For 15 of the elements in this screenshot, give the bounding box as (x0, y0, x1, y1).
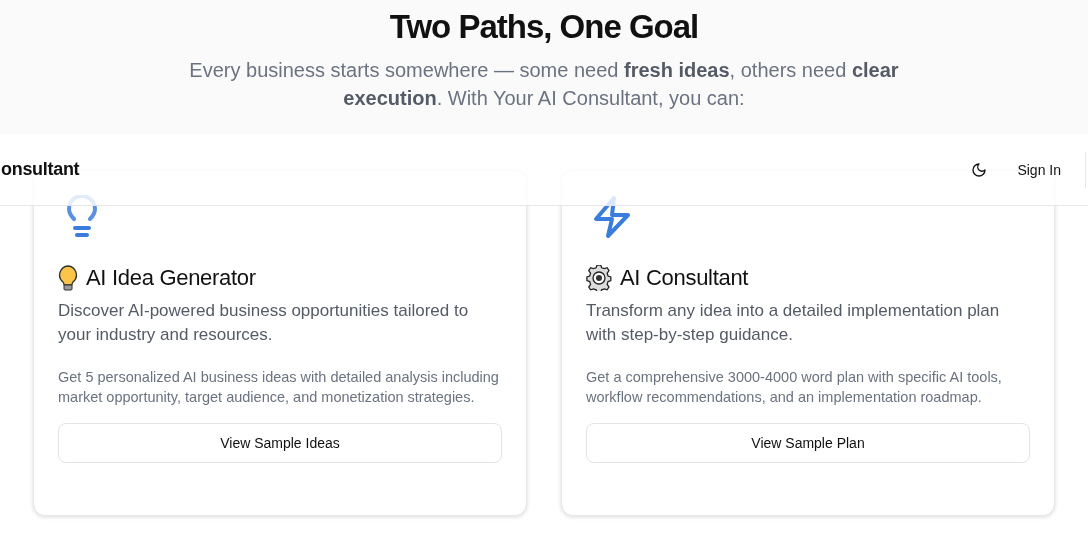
page-heading: Two Paths, One Goal (389, 8, 699, 46)
card-title: AI Idea Generator (86, 265, 256, 291)
bulb-icon (58, 265, 78, 291)
view-sample-button[interactable]: View Sample Ideas (58, 423, 502, 463)
sign-in-button[interactable]: Sign In (1007, 155, 1071, 184)
card-title: AI Consultant (620, 265, 749, 291)
brand-name[interactable]: onsultant (1, 159, 80, 180)
moon-icon[interactable] (971, 161, 988, 178)
card-description: Transform any idea into a detailed implementation plan with step-by-step guidance. (586, 300, 1001, 346)
view-sample-button[interactable]: View Sample Plan (586, 423, 1030, 463)
card-details: Get a comprehensive 3000-4000 word plan with specific AI tools, workflow recommendations, and an implementation roadmap. (586, 368, 1003, 407)
gear-icon (586, 265, 612, 291)
subtitle: Every business starts somewhere — some need fresh ideas, others need clear execution. With Your AI Consultant, you can: (188, 58, 900, 111)
card-details: Get 5 personalized AI business ideas with detailed analysis including market opportunity, target audience, and monetization strategies. (58, 368, 500, 407)
card-description: Discover AI-powered business opportunities tailored to your industry and resources. (58, 300, 470, 346)
